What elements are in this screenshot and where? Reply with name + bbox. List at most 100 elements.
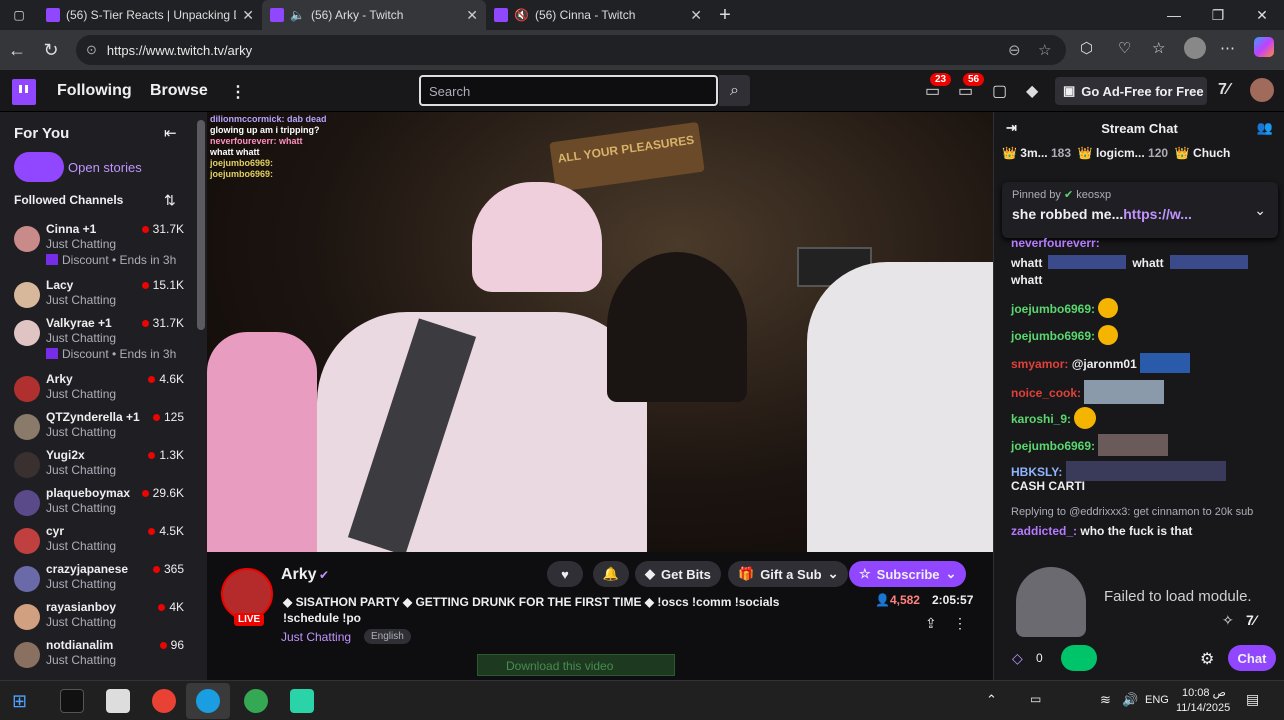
settings-gear-icon[interactable]: ⚙ [1200, 649, 1214, 669]
performance-icon[interactable]: ♡ [1118, 39, 1131, 57]
follow-heart-button[interactable]: ♥ [547, 561, 583, 587]
edge-app-icon[interactable] [196, 689, 220, 713]
prime-icon[interactable]: 7⁄ [1218, 81, 1230, 99]
stories-avatars[interactable] [14, 152, 64, 182]
muted-speaker-icon[interactable]: 🔇 [514, 8, 529, 22]
sidebar-channel[interactable]: plaqueboymax Just Chatting 29.6K [0, 486, 200, 524]
refresh-icon[interactable]: ↻ [34, 40, 68, 61]
more-vertical-icon[interactable]: ⋮ [230, 82, 246, 102]
user-avatar[interactable] [1250, 78, 1274, 102]
clock-date[interactable]: 11/14/2025 [1176, 702, 1230, 714]
go-ad-free-button[interactable]: ▣ Go Ad-Free for Free [1055, 77, 1207, 105]
expand-pinned-icon[interactable]: ⌄ [1254, 202, 1266, 219]
search-input[interactable]: Search [419, 75, 718, 106]
collapse-chat-icon[interactable]: ⇥ [1006, 120, 1017, 136]
app-icon[interactable] [290, 689, 314, 713]
chat-message[interactable]: joejumbo6969: [1011, 434, 1169, 456]
video-player[interactable]: ALL YOUR PLEASURES dilionmccormick: dab … [207, 112, 993, 552]
sidebar-channel[interactable]: Cinna +1 Just Chatting Discount • Ends i… [0, 222, 200, 267]
channel-points-icon[interactable]: ◇ [1012, 650, 1023, 667]
sidebar-channel[interactable]: crazyjapanese Just Chatting 365 [0, 562, 200, 600]
tab-actions-icon[interactable]: ▢ [0, 0, 38, 30]
get-bits-button[interactable]: ◆ Get Bits [635, 561, 721, 587]
sidebar-channel[interactable]: cyr Just Chatting 4.5K [0, 524, 200, 562]
chat-message[interactable]: noice_cook: [1011, 380, 1165, 404]
extensions-icon[interactable]: ⬡ [1080, 39, 1093, 57]
favorites-icon[interactable]: ☆ [1152, 39, 1165, 57]
more-vertical-icon[interactable]: ⋮ [953, 615, 967, 632]
bits-icon[interactable]: ◆ [1026, 81, 1038, 101]
following-link[interactable]: Following [57, 82, 132, 100]
leaderboard[interactable]: 👑 3m... 183 👑 logicm... 120 👑 Chuch [994, 146, 1284, 168]
category-link[interactable]: Just Chatting [281, 630, 351, 644]
wifi-icon[interactable]: ≋ [1100, 692, 1111, 708]
prime-icon[interactable]: 7⁄ [1246, 612, 1256, 628]
url-field[interactable]: ⊙ https://www.twitch.tv/arky ⊖ ☆ [76, 35, 1066, 65]
sidebar-channel[interactable]: Yugi2x Just Chatting 1.3K [0, 448, 200, 486]
browser-tab-active[interactable]: 🔈 (56) Arky - Twitch ✕ [262, 0, 486, 30]
browse-link[interactable]: Browse [150, 82, 208, 100]
subscribe-button[interactable]: ☆ Subscribe ⌄ [849, 561, 967, 587]
search-icon[interactable]: ⌕ [719, 75, 750, 106]
notification-bell-button[interactable]: 🔔 [593, 561, 629, 587]
back-icon[interactable]: ← [0, 40, 34, 61]
windows-start-icon[interactable]: ⊞ [12, 691, 27, 712]
new-tab-button[interactable]: + [710, 4, 740, 27]
chrome-app-icon[interactable] [152, 689, 176, 713]
chrome-app-icon[interactable] [244, 689, 268, 713]
profile-avatar[interactable] [1184, 37, 1206, 59]
open-stories-link[interactable]: Open stories [68, 160, 142, 175]
browser-tab[interactable]: (56) S-Tier Reacts | Unpacking Dr... ✕ [38, 0, 262, 30]
copilot-icon[interactable] [1254, 37, 1274, 57]
collapse-sidebar-icon[interactable]: ⇤ [164, 124, 177, 142]
close-tab-icon[interactable]: ✕ [242, 7, 254, 24]
rewards-icon[interactable]: ✧ [1222, 612, 1234, 629]
chat-message[interactable]: joejumbo6969: [1011, 325, 1119, 345]
tray-overflow-icon[interactable]: ⌃ [986, 692, 997, 708]
language-indicator[interactable]: ENG [1145, 694, 1169, 706]
chat-message[interactable]: karoshi_9: [1011, 407, 1097, 429]
download-video-button[interactable]: Download this video [477, 654, 675, 676]
close-tab-icon[interactable]: ✕ [466, 7, 478, 24]
chat-message[interactable]: zaddicted_: who the fuck is that [1011, 524, 1192, 538]
notepad-app-icon[interactable] [106, 689, 130, 713]
more-menu-icon[interactable]: ⋯ [1220, 39, 1235, 57]
chest-button[interactable] [1061, 645, 1097, 671]
browser-tab[interactable]: 🔇 (56) Cinna - Twitch ✕ [486, 0, 710, 30]
chat-message[interactable]: whatt whatt [1011, 255, 1248, 270]
sidebar-channel[interactable]: Valkyrae +1 Just Chatting Discount • End… [0, 316, 200, 361]
notifications-icon[interactable]: ▤ [1246, 691, 1259, 708]
sidebar-channel[interactable]: QTZynderella +1 Just Chatting 125 [0, 410, 200, 448]
sidebar-channel[interactable]: notdianalim Just Chatting 96 [0, 638, 200, 676]
zoom-icon[interactable]: ⊖ [1008, 41, 1021, 59]
minimize-button[interactable]: — [1152, 0, 1196, 30]
chat-message[interactable]: joejumbo6969: [1011, 298, 1119, 318]
speaker-icon[interactable]: 🔈 [290, 8, 305, 22]
restore-button[interactable]: ❐ [1196, 0, 1240, 30]
channel-name[interactable]: Arky [281, 566, 317, 584]
pinned-message[interactable]: Pinned by ✔ keosxp she robbed me...https… [1002, 182, 1278, 238]
community-icon[interactable]: 👥 [1257, 120, 1273, 136]
close-tab-icon[interactable]: ✕ [690, 7, 702, 24]
close-window-button[interactable]: ✕ [1240, 0, 1284, 30]
chat-bubble-icon[interactable]: ▢ [992, 81, 1007, 101]
sidebar-channel[interactable]: Lacy Just Chatting 15.1K [0, 278, 200, 316]
sidebar-channel[interactable]: Arky Just Chatting 4.6K [0, 372, 200, 410]
language-tag[interactable]: English [364, 629, 411, 644]
twitch-logo-icon[interactable] [12, 79, 36, 105]
chat-send-button[interactable]: Chat [1228, 645, 1276, 671]
favorite-star-icon[interactable]: ☆ [1038, 41, 1051, 59]
chat-message[interactable]: CASH CARTI [1011, 479, 1085, 493]
chat-message[interactable]: whatt [1011, 273, 1042, 287]
tiktok-app-icon[interactable] [60, 689, 84, 713]
site-info-icon[interactable]: ⊙ [86, 42, 97, 58]
battery-icon[interactable]: ▭ [1030, 692, 1041, 706]
chat-message[interactable]: HBKSLY: [1011, 461, 1226, 481]
sort-icon[interactable]: ⇅ [164, 192, 176, 209]
chat-message[interactable]: neverfoureverr: [1011, 236, 1100, 250]
share-icon[interactable]: ⇪ [925, 615, 937, 632]
sidebar-channel[interactable]: rayasianboy Just Chatting 4K [0, 600, 200, 638]
chat-message[interactable]: smyamor: @jaronm01 [1011, 353, 1191, 373]
gift-sub-button[interactable]: 🎁 Gift a Sub ⌄ [728, 561, 849, 587]
clock-time[interactable]: 10:08 ص [1182, 686, 1226, 699]
